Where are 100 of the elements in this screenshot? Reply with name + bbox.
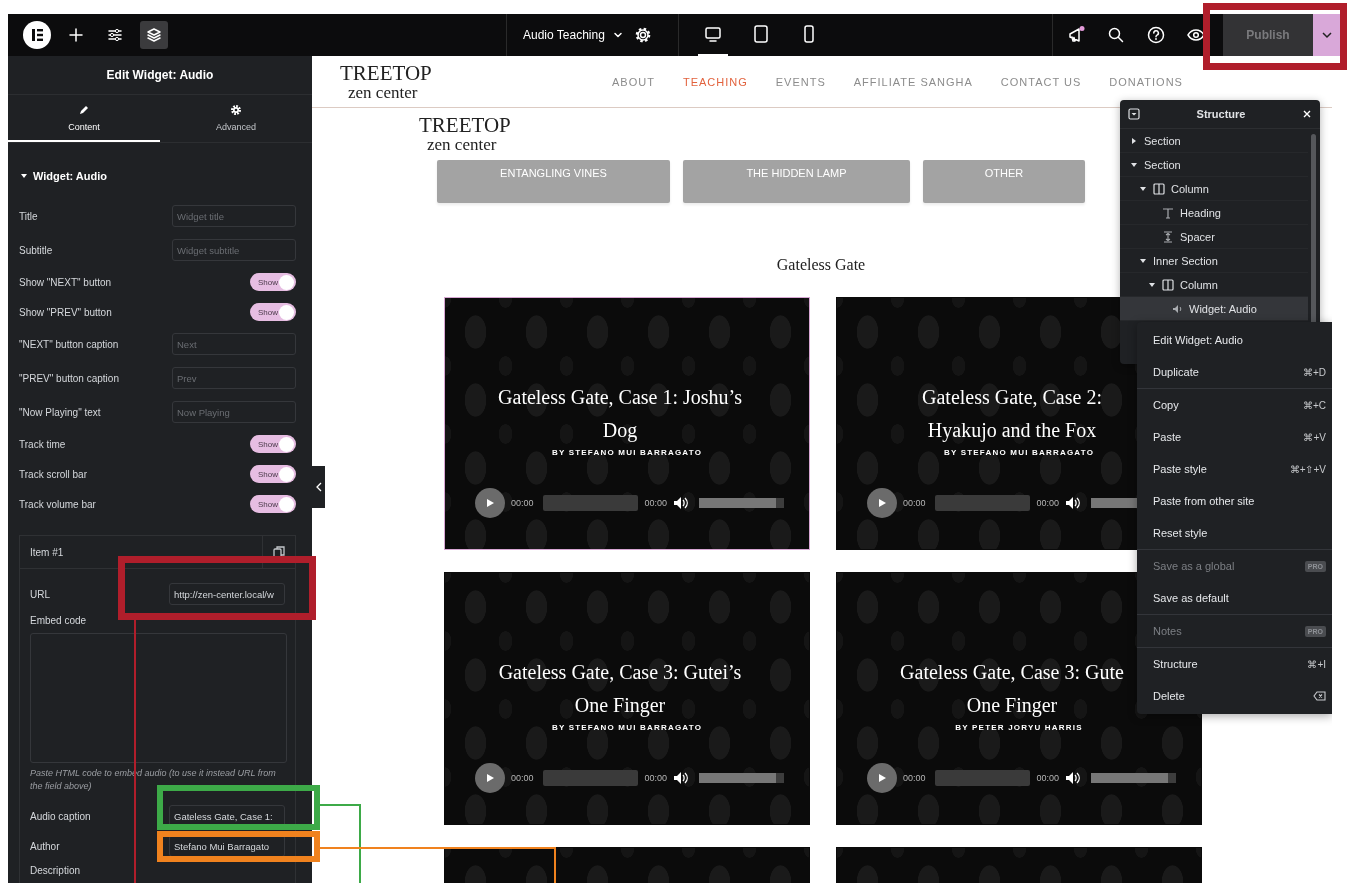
field-label: Embed code	[30, 614, 88, 628]
caret-icon	[1321, 29, 1333, 41]
menu-item[interactable]: Reset style	[1137, 517, 1332, 549]
toggle-switch[interactable]: Show	[250, 495, 296, 513]
elapsed-time: 00:00	[511, 773, 534, 783]
menu-item[interactable]: Paste style ⌘+⇧+V	[1137, 453, 1332, 485]
toggle-switch[interactable]: Show	[250, 303, 296, 321]
panel-tab[interactable]: Content	[8, 95, 160, 142]
tablet-icon	[751, 24, 771, 44]
volume-slider[interactable]	[699, 773, 785, 783]
menu-item[interactable]: Delete	[1137, 680, 1332, 712]
menu-item[interactable]: Edit Widget: Audio	[1137, 324, 1332, 356]
section-toggle[interactable]: Widget: Audio	[8, 159, 120, 193]
speaker-icon[interactable]	[1065, 496, 1082, 510]
nav-link[interactable]: TEACHING	[682, 75, 748, 88]
collapse-icon[interactable]	[1128, 108, 1140, 120]
menu-item[interactable]: Paste from other site	[1137, 485, 1332, 517]
duration-time: 00:00	[1036, 773, 1060, 783]
input-field[interactable]: http://zen-center.local/w	[169, 583, 285, 605]
gear-icon	[230, 103, 242, 116]
input-field[interactable]: Prev	[172, 367, 296, 389]
menu-item[interactable]: Copy ⌘+C	[1137, 389, 1332, 421]
nav-link[interactable]: EVENTS	[775, 75, 826, 88]
menu-item[interactable]: Duplicate ⌘+D	[1137, 356, 1332, 388]
play-icon	[877, 498, 887, 508]
tree-item[interactable]: Section	[1120, 153, 1308, 177]
play-icon	[877, 773, 887, 783]
collapse-panel-handle[interactable]	[312, 466, 325, 508]
nav-link[interactable]: DONATIONS	[1109, 75, 1183, 88]
input-field[interactable]: Widget subtitle	[172, 239, 296, 261]
field-label: Track volume bar	[19, 498, 96, 510]
panel-title: Structure	[1196, 108, 1246, 120]
author-name: BY PETER JORYU HARRIS	[955, 723, 1083, 732]
play-icon	[485, 773, 495, 783]
play-button[interactable]	[475, 763, 505, 793]
field-label: "PREV" button caption	[19, 372, 119, 384]
embed-code-field[interactable]	[30, 633, 287, 763]
nav-link[interactable]: AFFILIATE SANGHA	[853, 75, 973, 88]
speaker-icon[interactable]	[673, 771, 690, 785]
tree-item[interactable]: Spacer	[1120, 225, 1308, 249]
search-icon[interactable]	[1106, 25, 1126, 45]
tree-item[interactable]: Widget: Audio	[1120, 297, 1308, 321]
toggle-switch[interactable]: Show	[250, 465, 296, 483]
field-label: URL	[30, 588, 50, 600]
field-label: Title	[19, 210, 38, 222]
toggle-switch[interactable]: Show	[250, 435, 296, 453]
menu-item[interactable]: Structure ⌘+I	[1137, 648, 1332, 680]
page-title-dropdown[interactable]: Audio Teaching	[523, 28, 623, 42]
tree-item[interactable]: Column	[1120, 177, 1308, 201]
nav-link[interactable]: ABOUT	[612, 75, 655, 88]
input-field[interactable]: Widget title	[172, 205, 296, 227]
section-heading: Gateless Gate	[776, 255, 866, 275]
close-button[interactable]	[1302, 109, 1312, 119]
play-icon	[485, 498, 495, 508]
chevron-down-icon	[612, 30, 623, 40]
speaker-icon[interactable]	[673, 496, 690, 510]
field-label: Track time	[19, 438, 66, 450]
publish-options-button[interactable]	[1313, 14, 1341, 56]
spacer-icon	[1162, 230, 1174, 243]
heading-icon	[1162, 206, 1174, 219]
nav-link[interactable]: CONTACT US	[1000, 75, 1082, 88]
field-label: Description	[30, 864, 82, 878]
help-icon[interactable]	[1146, 25, 1166, 45]
panel-tab[interactable]: Advanced	[160, 95, 312, 142]
elapsed-time: 00:00	[903, 773, 926, 783]
play-button[interactable]	[867, 488, 897, 518]
site-logo[interactable]: TREETOP zen center	[419, 115, 663, 153]
keyboard-shortcut: ⌘+C	[1302, 399, 1326, 411]
tree-item[interactable]: Inner Section	[1120, 249, 1308, 273]
layers-button[interactable]	[140, 21, 168, 49]
column-icon	[1153, 182, 1165, 195]
author-name: BY STEFANO MUI BARRAGATO	[551, 723, 703, 732]
input-field[interactable]: Next	[172, 333, 296, 355]
audio-title: Gateless Gate, Case 3: Gutei’s One Finger	[498, 660, 742, 719]
site-logo[interactable]: TREETOP zen center	[340, 62, 584, 101]
duration-time: 00:00	[1036, 498, 1060, 508]
field-label: Subtitle	[19, 244, 53, 256]
menu-item[interactable]: Paste ⌘+V	[1137, 421, 1332, 453]
chevron-left-icon	[315, 482, 322, 492]
input-field[interactable]: Stefano Mui Barragato	[169, 835, 285, 857]
megaphone-icon[interactable]	[1066, 25, 1086, 45]
play-button[interactable]	[867, 763, 897, 793]
field-label: "NEXT" button caption	[19, 338, 119, 350]
add-icon	[66, 25, 86, 45]
tree-item[interactable]: Heading	[1120, 201, 1308, 225]
input-field[interactable]: Now Playing	[172, 401, 296, 423]
duration-time: 00:00	[644, 773, 668, 783]
play-button[interactable]	[475, 488, 505, 518]
tree-item[interactable]: Section	[1120, 129, 1308, 153]
volume-slider[interactable]	[699, 498, 785, 508]
audio-title: Gateless Gate, Case 1: Joshu’s Dog	[498, 385, 742, 444]
desktop-icon	[703, 24, 723, 44]
menu-item[interactable]: Save as default	[1137, 582, 1332, 614]
volume-slider[interactable]	[1091, 773, 1177, 783]
layers-icon	[144, 25, 164, 45]
toggle-switch[interactable]: Show	[250, 273, 296, 291]
input-field[interactable]: Gateless Gate, Case 1:	[169, 805, 285, 827]
field-label: "Now Playing" text	[19, 406, 101, 418]
speaker-icon[interactable]	[1065, 771, 1082, 785]
elementor-logo-icon[interactable]	[23, 21, 51, 49]
